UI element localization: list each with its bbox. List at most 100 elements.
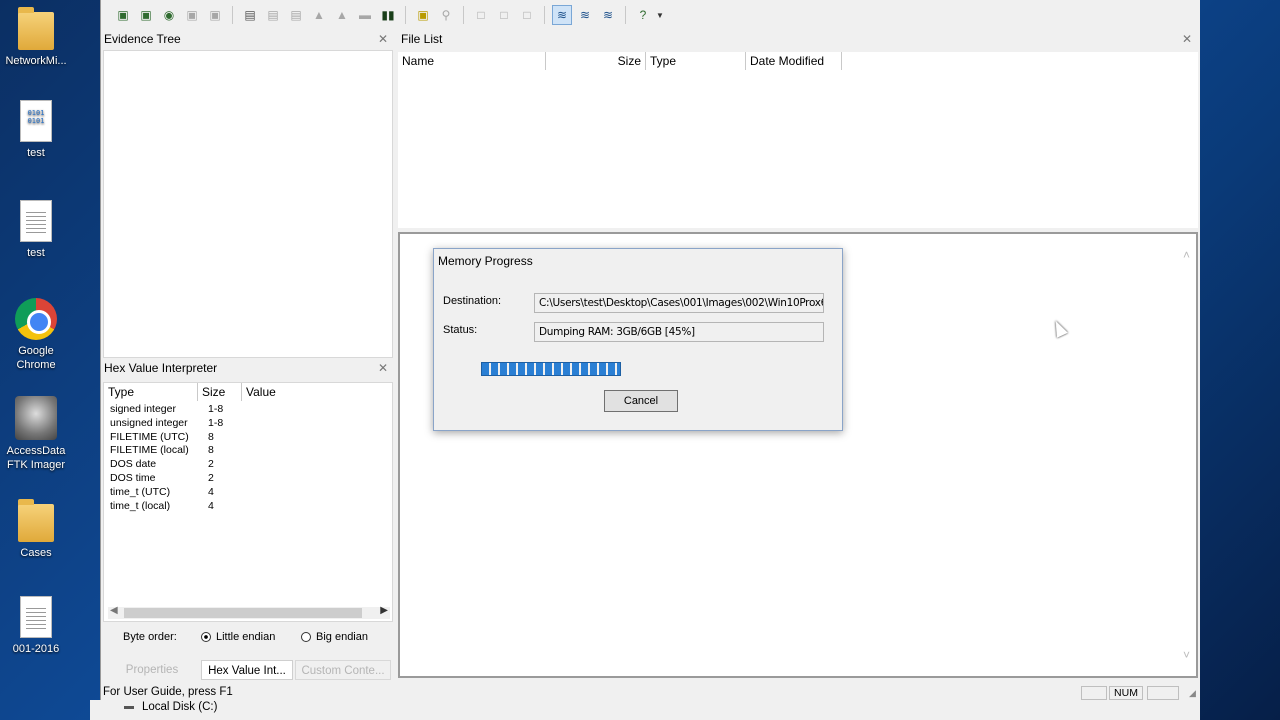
remove-evidence-icon[interactable]: ▣ — [182, 5, 202, 25]
cancel-button[interactable]: Cancel — [604, 390, 678, 412]
close-icon[interactable]: ✕ — [378, 30, 388, 48]
toolbar: ▣ ▣ ◉ ▣ ▣ ▤ ▤ ▤ ▲ ▲ ▬ ▮▮ ▣ ⚲ □ □ □ ≋ ≋ ≋… — [101, 0, 1200, 30]
cell-size: 1-8 — [208, 416, 224, 429]
radio-unselected-icon[interactable] — [301, 632, 311, 642]
hex-rows: signed integer 1-8 unsigned integer 1-8 FILE… — [104, 403, 392, 513]
explorer-strip: ▬ Local Disk (C:) — [90, 700, 1200, 720]
cell-type: signed integer — [110, 403, 176, 415]
tab-properties[interactable]: Properties — [103, 660, 201, 680]
table-row[interactable]: time_t (local) 4 — [104, 500, 392, 514]
status-caps-indicator — [1081, 686, 1107, 700]
desktop-icon-label: Cases — [20, 547, 52, 559]
export-files-icon[interactable]: □ — [471, 5, 491, 25]
desktop-icon[interactable]: test — [0, 200, 72, 260]
tab-hex-value-interpreter[interactable]: Hex Value Int... — [201, 660, 293, 680]
drive-icon: ▬ — [124, 701, 134, 712]
big-endian-label: Big endian — [316, 631, 368, 643]
desktop-icon[interactable]: 001-2016 — [0, 596, 72, 656]
status-num-indicator: NUM — [1109, 686, 1143, 700]
column-header-name[interactable]: Name — [398, 52, 546, 70]
create-custom-image-icon[interactable]: ▲ — [332, 5, 352, 25]
help-icon[interactable]: ? — [633, 5, 653, 25]
image-mounting-icon[interactable]: ◉ — [159, 5, 179, 25]
add-all-icon[interactable]: ▣ — [136, 5, 156, 25]
radio-selected-icon[interactable] — [201, 632, 211, 642]
hex-interpreter-header: Hex Value Interpreter ✕ — [101, 359, 394, 377]
add-evidence-icon[interactable]: ▣ — [113, 5, 133, 25]
export-directory-list-icon[interactable]: □ — [517, 5, 537, 25]
close-icon[interactable]: ✕ — [378, 359, 388, 377]
desktop-icon[interactable]: AccessData FTK Imager — [0, 396, 72, 472]
cell-type: DOS date — [110, 458, 157, 471]
table-row[interactable]: FILETIME (local) 8 — [104, 444, 392, 458]
toolbar-separator — [625, 6, 626, 24]
scroll-up-icon[interactable]: ˄ — [1183, 248, 1190, 262]
scroll-down-icon[interactable]: ˅ — [1183, 648, 1190, 662]
scroll-left-icon[interactable]: ◀ — [110, 605, 118, 616]
table-row[interactable]: time_t (UTC) 4 — [104, 486, 392, 500]
toolbar-dropdown-icon[interactable]: ▼ — [656, 11, 664, 20]
obtain-protected-files-icon[interactable]: ▣ — [413, 5, 433, 25]
column-header-type[interactable]: Type — [104, 383, 198, 401]
detect-encryption-icon[interactable]: ⚲ — [436, 5, 456, 25]
cell-size: 1-8 — [208, 403, 224, 415]
evidence-tree-header: Evidence Tree ✕ — [101, 30, 394, 48]
close-icon[interactable]: ✕ — [1182, 30, 1192, 48]
desktop-icon[interactable]: 0101 0101 test — [0, 100, 72, 160]
remove-all-icon[interactable]: ▣ — [205, 5, 225, 25]
table-row[interactable]: DOS date 2 — [104, 458, 392, 472]
column-header-date-modified[interactable]: Date Modified — [746, 52, 842, 70]
evidence-tree-pane[interactable] — [103, 50, 393, 358]
status-label: Status: — [443, 324, 478, 336]
table-row[interactable]: DOS time 2 — [104, 472, 392, 486]
resize-grip-icon[interactable]: ◢ — [1189, 688, 1196, 699]
column-header-type[interactable]: Type — [646, 52, 746, 70]
file-list-title: File List — [401, 32, 443, 46]
big-endian-radio[interactable]: Big endian — [301, 631, 368, 643]
column-header-value[interactable]: Value — [242, 383, 392, 401]
column-header-size[interactable]: Size — [198, 383, 242, 401]
little-endian-radio[interactable]: Little endian — [201, 631, 275, 643]
table-row[interactable]: FILETIME (UTC) 8 — [104, 431, 392, 445]
tab-custom-content[interactable]: Custom Conte... — [295, 660, 391, 680]
hex-interpreter-table[interactable]: Type Size Value signed integer 1-8 unsigne… — [103, 382, 393, 622]
desktop-icon[interactable]: Cases — [0, 498, 72, 560]
export-logical-image-icon[interactable]: ▤ — [286, 5, 306, 25]
text-view-icon[interactable]: ≋ — [575, 5, 595, 25]
status-field: Dumping RAM: 3GB/6GB [45%] — [534, 322, 824, 342]
desktop-icon-label: 001-2016 — [12, 643, 60, 655]
decrypt-icon[interactable]: ▬ — [355, 5, 375, 25]
export-hash-list-icon[interactable]: □ — [494, 5, 514, 25]
horizontal-scrollbar[interactable]: ◀ ▶ — [108, 605, 390, 619]
memory-progress-dialog: Memory Progress Destination: C:\Users\te… — [433, 248, 843, 431]
desktop-icon-label: NetworkMi... — [5, 55, 67, 67]
desktop-icon[interactable]: NetworkMi... — [0, 6, 72, 68]
little-endian-label: Little endian — [216, 631, 276, 643]
view-files-icon[interactable]: ≋ — [552, 5, 572, 25]
table-row[interactable]: signed integer 1-8 — [104, 403, 392, 417]
capture-memory-icon[interactable]: ▮▮ — [378, 5, 398, 25]
desktop-icon-label: test — [27, 147, 45, 159]
binary-file-icon: 0101 0101 — [20, 100, 52, 142]
create-disk-image-icon[interactable]: ▤ — [240, 5, 260, 25]
cell-type: time_t (UTC) — [110, 485, 171, 498]
cell-type: time_t (local) — [110, 499, 171, 512]
file-list-pane[interactable]: Name Size Type Date Modified — [398, 52, 1198, 228]
cell-size: 2 — [208, 458, 214, 471]
ftk-imager-icon — [15, 396, 57, 440]
byte-order-label: Byte order: — [123, 631, 177, 643]
file-list-header: File List ✕ — [398, 30, 1198, 48]
scrollbar-thumb[interactable] — [124, 608, 362, 618]
destination-field: C:\Users\test\Desktop\Cases\001\Images\0… — [534, 293, 824, 313]
scroll-right-icon[interactable]: ▶ — [380, 605, 388, 616]
status-help-text: For User Guide, press F1 — [103, 686, 233, 698]
desktop-icon-label: Google Chrome — [16, 345, 56, 371]
drive-label[interactable]: Local Disk (C:) — [142, 701, 217, 713]
toolbar-separator — [232, 6, 233, 24]
add-to-custom-content-icon[interactable]: ▲ — [309, 5, 329, 25]
column-header-size[interactable]: Size — [546, 52, 646, 70]
hex-view-icon[interactable]: ≋ — [598, 5, 618, 25]
export-disk-image-icon[interactable]: ▤ — [263, 5, 283, 25]
desktop-icon[interactable]: Google Chrome — [0, 298, 72, 372]
table-row[interactable]: unsigned integer 1-8 — [104, 417, 392, 431]
